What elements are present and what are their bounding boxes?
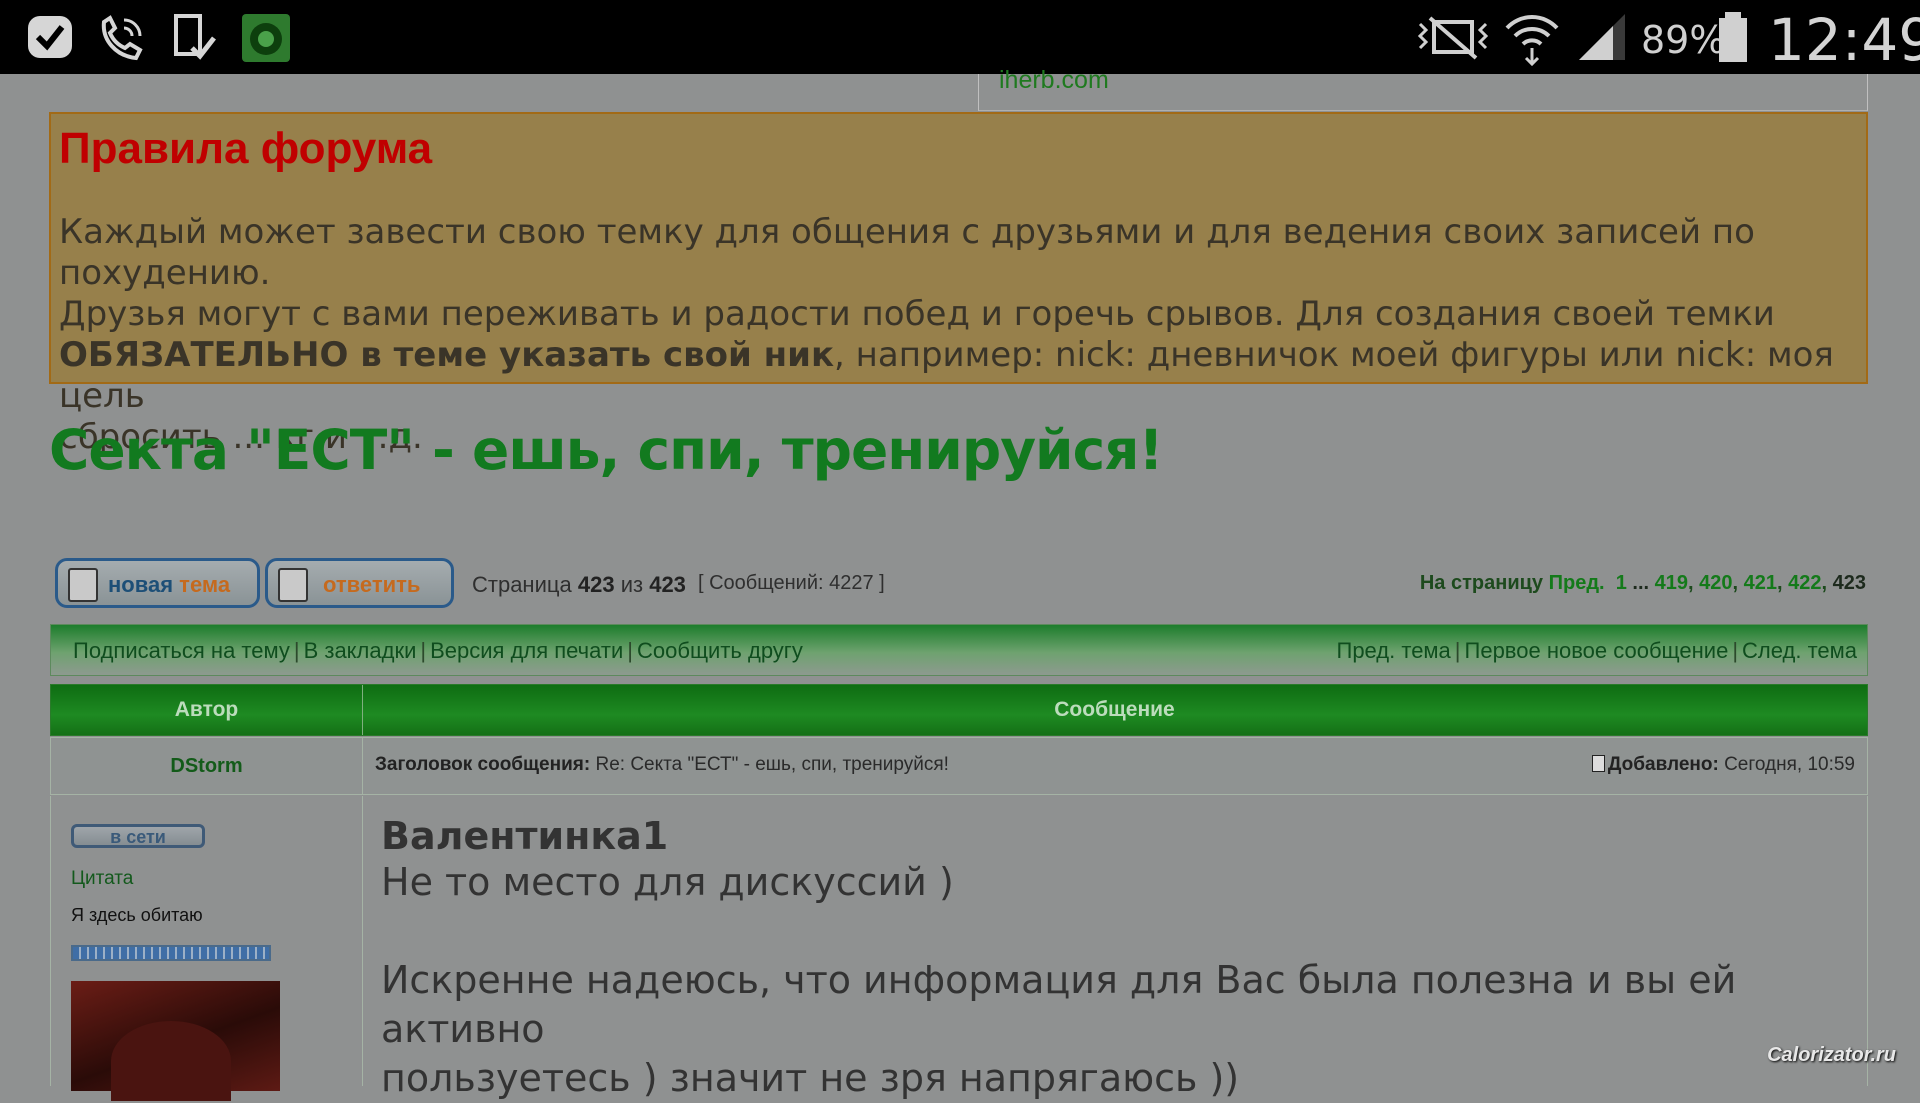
vibrate-mute-icon [1417,16,1489,60]
post-body: в сети Цитата Я здесь обитаю Валентинка1… [50,796,1868,1101]
page-prefix: Страница [472,572,572,597]
post-text-blank [381,907,1841,956]
post-author-profile: в сети Цитата Я здесь обитаю [51,796,363,1101]
post-text-line: Не то место для дискуссий ) [381,860,954,904]
page-of: из [620,572,644,597]
topic-title[interactable]: Секта "ЕСТ" - ешь, спи, тренируйся! [49,418,1164,482]
rules-emphasis: ОБЯЗАТЕЛЬНО в теме указать свой ник [59,335,835,375]
rules-line: Каждый может завести свою темку для обще… [59,212,1755,293]
post-content: Валентинка1 Не то место для дискуссий ) … [381,814,1841,1103]
document-icon [68,568,98,602]
post-author[interactable]: DStorm [51,738,363,794]
page-link[interactable]: 419 [1655,572,1688,594]
page-link[interactable]: 422 [1788,572,1821,594]
page-current: 423 [577,572,615,597]
tell-friend-link[interactable]: Сообщить другу [637,638,803,663]
forum-rules-box: Правила форума Каждый может завести свою… [49,112,1868,457]
post-text-line: пользуетесь ) значит не зря напрягаюсь )… [381,1056,1240,1100]
page-total: 423 [649,572,686,597]
battery-icon [1719,12,1747,62]
battery-percent: 89% [1641,18,1726,62]
post-date: Добавлено: Сегодня, 10:59 [1591,754,1855,776]
pagination-prev[interactable]: Пред. [1549,572,1605,594]
message-column-header: Сообщение [1054,698,1175,721]
new-topic-label: новая тема [108,572,230,598]
page-link[interactable]: 420 [1699,572,1732,594]
pagination-label: На страницу [1419,572,1544,594]
pagination: На страницу Пред. 1 ... 419, 420, 421, 4… [1419,572,1866,594]
app-notification-icon [242,14,290,62]
topic-actions-left: Подписаться на тему | В закладки | Версия дл… [73,638,803,663]
topic-actions-bar: Подписаться на тему | В закладки | Версия дл… [50,624,1868,676]
document-icon [278,568,308,602]
rules-line: Друзья могут с вами переживать и радости… [59,294,1775,334]
rank-progress-bar [71,945,271,961]
rules-title: Правила форума [59,124,433,173]
clock: 12:49 [1768,6,1920,74]
rules-line: ОБЯЗАТЕЛЬНО в теме указать свой ник, нап… [59,335,1859,417]
post-text-line: Искренне надеюсь, что информация для Вас… [381,958,1737,1051]
bookmark-link[interactable]: В закладки [304,638,417,663]
new-topic-label-part1: новая [108,572,174,597]
page-current-link: 423 [1832,572,1866,594]
new-topic-button[interactable]: новая тема [55,558,260,608]
quote-link[interactable]: Цитата [71,868,133,890]
online-badge: в сети [71,824,205,848]
reply-button[interactable]: ответить [265,558,454,608]
post-link-icon[interactable] [1591,755,1605,772]
quoted-username: Валентинка1 [381,814,669,858]
watermark: Calorizator.ru [1767,1044,1896,1066]
topic-actions-right: Пред. тема | Первое новое сообщение | След. … [1336,638,1858,663]
post-header-row: DStorm Заголовок сообщения: Re: Секта "Е… [50,737,1868,795]
post-date-value: Сегодня, 10:59 [1724,754,1855,775]
ad-link[interactable]: iherb.com [999,66,1109,95]
new-topic-label-part2: тема [179,572,231,597]
post-date-label: Добавлено: [1607,754,1719,775]
post-subject-text: Re: Секта "ЕСТ" - ешь, спи, тренируйся! [595,754,949,775]
wifi-icon [1505,15,1559,66]
prev-topic-link[interactable]: Пред. тема [1337,638,1451,663]
check-circle-icon [28,16,72,58]
status-bar: 89% 12:49 [0,0,1920,74]
page-info: Страница 423 из 423 [472,572,686,598]
signal-icon [1579,14,1625,60]
print-version-link[interactable]: Версия для печати [430,638,623,663]
first-unread-link[interactable]: Первое новое сообщение [1465,638,1729,663]
message-count: [ Сообщений: 4227 ] [698,572,885,594]
subscribe-link[interactable]: Подписаться на тему [73,638,290,663]
page-link[interactable]: 1 [1616,572,1627,594]
phone-call-icon [101,15,143,61]
user-rank: Я здесь обитаю [71,905,203,925]
avatar[interactable] [71,981,280,1101]
author-column-header: Автор [51,685,363,735]
page-link[interactable]: 421 [1744,572,1777,594]
avatar-face [111,1021,231,1101]
reply-label: ответить [323,572,421,597]
post-subject-label: Заголовок сообщения: [375,754,591,775]
posts-table-header: Автор Сообщение [50,684,1868,736]
ad-box: iherb.com [978,66,1868,111]
download-done-icon [174,14,216,60]
next-topic-link[interactable]: След. тема [1742,638,1857,663]
page-ellipsis: ... [1632,572,1650,594]
post-subject: Заголовок сообщения: Re: Секта "ЕСТ" - е… [375,754,949,776]
